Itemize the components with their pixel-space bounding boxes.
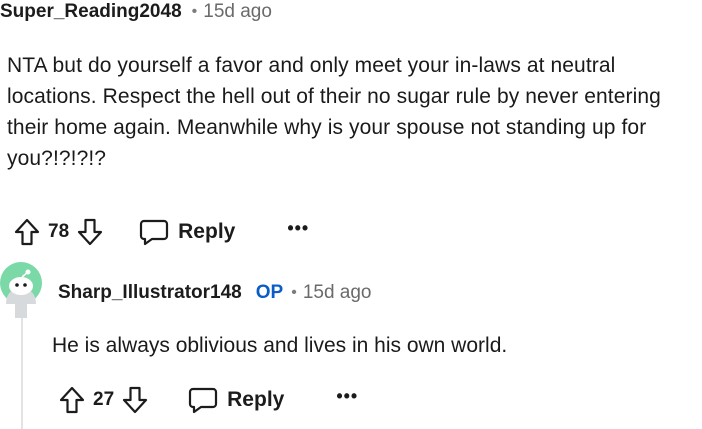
speech-bubble-icon — [140, 219, 169, 246]
vote-score: 27 — [93, 389, 115, 410]
meta-separator: • — [191, 3, 198, 20]
reply-button[interactable]: Reply — [139, 218, 235, 246]
meta-separator: • — [291, 284, 297, 301]
vote-score: 78 — [48, 221, 70, 242]
reply-timestamp[interactable]: 15d ago — [303, 282, 372, 304]
comment-header: Super_Reading2048 • 15d ago — [0, 0, 272, 24]
comment-action-bar: 78 Reply ••• — [12, 214, 309, 250]
reply-button-label: Reply — [227, 388, 285, 411]
reply-body: He is always oblivious and lives in his … — [52, 334, 508, 357]
comment-username[interactable]: Super_Reading2048 — [0, 1, 182, 23]
more-options-button[interactable]: ••• — [336, 387, 358, 409]
downvote-arrow-icon — [78, 218, 103, 246]
comment-body: NTA but do yourself a favor and only mee… — [7, 54, 661, 170]
reply-header: Sharp_Illustrator148 OP • 15d ago — [58, 280, 372, 306]
upvote-button[interactable] — [57, 385, 87, 415]
upvote-button[interactable] — [12, 217, 42, 247]
downvote-arrow-icon — [123, 386, 148, 414]
upvote-arrow-icon — [59, 386, 85, 414]
reply-button-label: Reply — [178, 220, 236, 243]
thread-line[interactable] — [21, 318, 23, 429]
reply-button[interactable]: Reply — [188, 386, 284, 414]
more-options-button[interactable]: ••• — [287, 219, 309, 241]
upvote-arrow-icon — [14, 218, 40, 246]
op-badge: OP — [255, 282, 284, 303]
avatar[interactable] — [0, 262, 42, 320]
downvote-button[interactable] — [120, 385, 150, 415]
comment-timestamp[interactable]: 15d ago — [203, 1, 272, 23]
downvote-button[interactable] — [75, 217, 105, 247]
snoo-avatar-icon — [0, 262, 42, 318]
comment-thread: Super_Reading2048 • 15d ago NTA but do y… — [0, 0, 702, 429]
speech-bubble-icon — [189, 387, 218, 414]
reply-username[interactable]: Sharp_Illustrator148 — [58, 282, 242, 304]
reply-action-bar: 27 Reply ••• — [57, 382, 358, 418]
